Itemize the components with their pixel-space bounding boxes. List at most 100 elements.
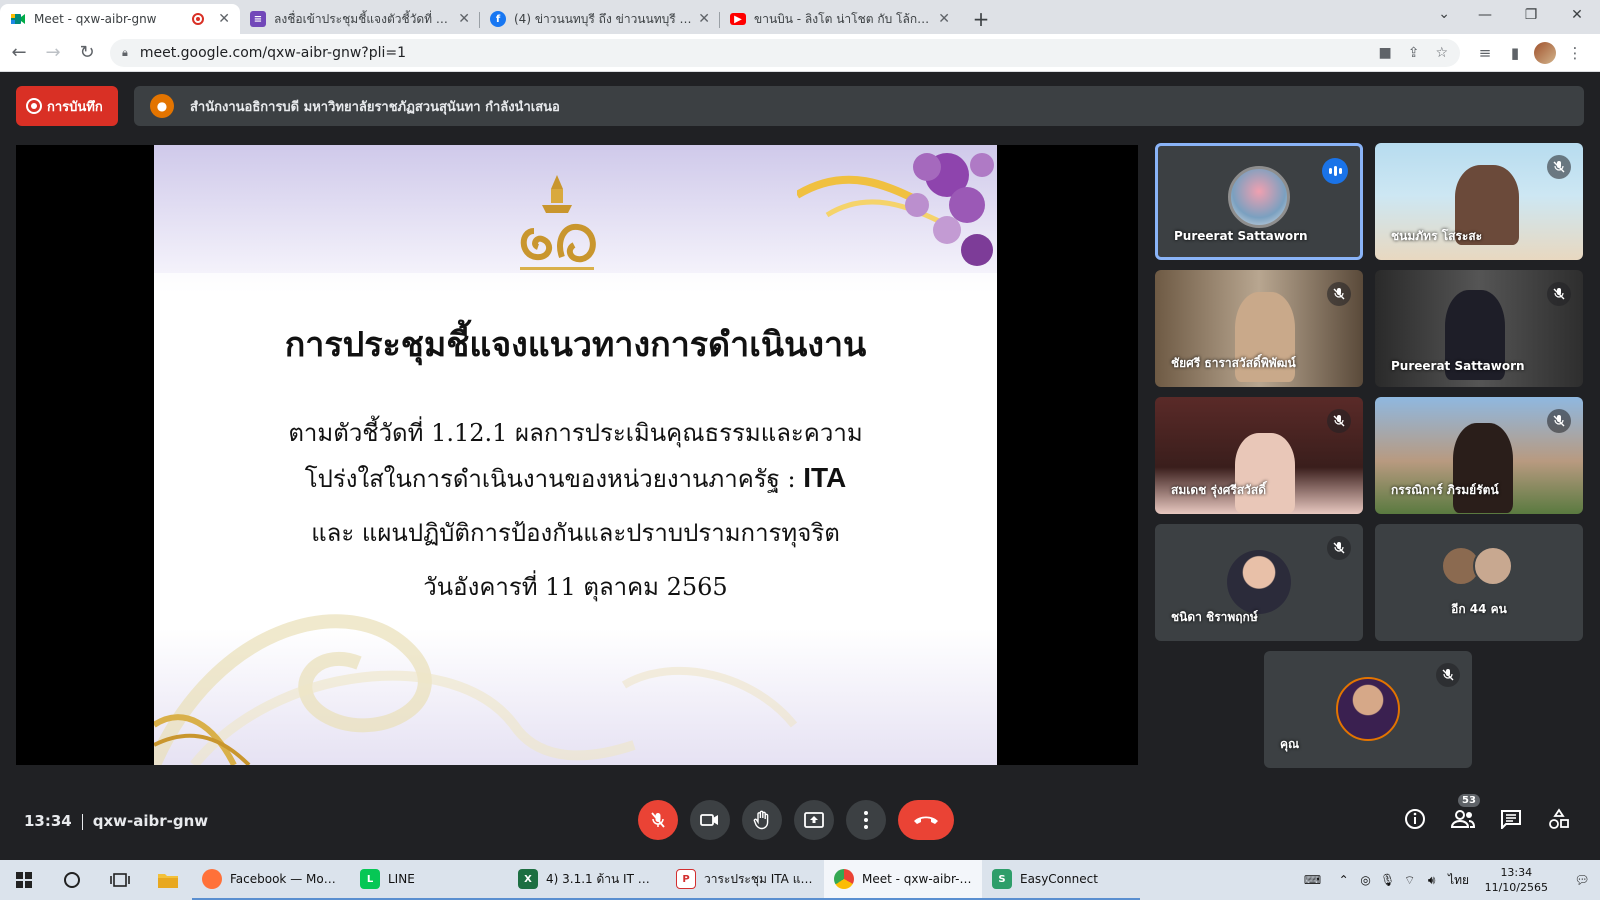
bookmark-star-icon[interactable]: ☆ (1435, 45, 1448, 61)
participant-tile[interactable]: Pureerat Sattaworn (1375, 270, 1583, 387)
webcam-tray-icon[interactable]: ◎ (1355, 873, 1377, 887)
presentation-slide: การประชุมชี้แจงแนวทางการดำเนินงาน ตามตัว… (154, 145, 997, 765)
input-language[interactable]: ไทย (1443, 871, 1475, 890)
close-icon[interactable]: ✕ (698, 11, 710, 27)
meeting-details-button[interactable] (1402, 806, 1428, 832)
network-icon[interactable]: ⌔ (1399, 873, 1421, 888)
mic-toggle-button[interactable] (638, 800, 678, 840)
mic-off-icon (1547, 409, 1571, 433)
participant-tile[interactable]: ชัยศรี ธาราสวัสดิ์พิพัฒน์ (1155, 270, 1363, 387)
mic-off-icon (1547, 155, 1571, 179)
participant-name: สมเดช รุ่งศรีสวัสดิ์ (1171, 483, 1266, 497)
more-participants-tile[interactable]: อีก 44 คน (1375, 524, 1583, 641)
mic-off-icon (1436, 663, 1460, 687)
browser-tab-strip: Meet - qxw-aibr-gnw ✕ ≡ ลงชื่อเข้าประชุม… (0, 0, 1600, 34)
taskbar-app-firefox[interactable]: Facebook — Mozill... (192, 860, 350, 900)
record-icon (26, 98, 42, 114)
seventy-anniversary-logo (520, 175, 596, 270)
microphone-tray-icon[interactable]: 🎙︎ (1377, 873, 1399, 887)
info-icon (1405, 809, 1425, 829)
self-tile[interactable]: คุณ (1264, 651, 1472, 768)
tab-search-icon[interactable]: ⌄ (1438, 6, 1450, 22)
close-window-icon[interactable]: ✕ (1554, 0, 1600, 30)
mic-off-icon (1547, 282, 1571, 306)
tab-forms[interactable]: ≡ ลงชื่อเข้าประชุมชี้แจงตัวชี้วัดที่ 1.1… (240, 4, 480, 34)
tab-title: ขานบิน - ลิงโต น่าโชต กับ โล้ก โซตูล (754, 11, 933, 26)
participant-tile[interactable]: สมเดช รุ่งศรีสวัสดิ์ (1155, 397, 1363, 514)
restore-icon[interactable]: ❐ (1508, 0, 1554, 30)
participant-tile[interactable]: กรรณิการ์ ภิรมย์รัตน์ (1375, 397, 1583, 514)
line-icon: L (360, 869, 380, 889)
close-icon[interactable]: ✕ (218, 11, 230, 27)
participant-tile-speaking[interactable]: Pureerat Sattaworn (1155, 143, 1363, 260)
participant-name: ชนมภัทร โสระสะ (1391, 229, 1483, 243)
tab-title: Meet - qxw-aibr-gnw (34, 12, 157, 26)
new-tab-button[interactable]: + (966, 4, 996, 34)
activities-icon (1549, 808, 1569, 829)
participant-avatar (1227, 550, 1291, 614)
participant-tile[interactable]: ชนมภัทร โสระสะ (1375, 143, 1583, 260)
chat-button[interactable] (1498, 806, 1524, 832)
show-hidden-icons[interactable]: ⌃ (1333, 873, 1355, 887)
volume-icon[interactable]: 🔊︎ (1421, 873, 1443, 888)
taskbar-app-excel[interactable]: X4) 3.1.1 ด้าน IT หน่วย... (508, 860, 666, 900)
profile-avatar[interactable] (1530, 41, 1560, 64)
address-bar[interactable]: 🔒︎ meet.google.com/qxw-aibr-gnw?pli=1 ■ … (110, 38, 1460, 67)
taskbar-app-line[interactable]: L LINE (350, 860, 508, 900)
taskbar-app-pdf[interactable]: Pวาระประชุม ITA และ ป... (666, 860, 824, 900)
close-icon[interactable]: ✕ (458, 11, 470, 27)
camera-icon[interactable]: ■ (1378, 45, 1391, 61)
windows-start-icon[interactable] (0, 860, 48, 900)
recording-button[interactable]: การบันทึก (16, 86, 118, 126)
chat-icon (1501, 810, 1521, 829)
close-icon[interactable]: ✕ (938, 11, 950, 27)
keyboard-icon[interactable]: ⌨ (1293, 873, 1333, 887)
activities-button[interactable] (1546, 806, 1572, 832)
forward-icon[interactable]: → (38, 38, 68, 68)
more-menu-icon[interactable]: ⋮ (1560, 44, 1590, 62)
pdf-icon: P (676, 869, 696, 889)
meeting-info: 13:34 qxw-aibr-gnw (24, 812, 208, 830)
file-explorer-icon[interactable] (144, 860, 192, 900)
notifications-icon[interactable]: 💬︎ (1564, 873, 1600, 887)
tab-title: ลงชื่อเข้าประชุมชี้แจงตัวชี้วัดที่ 1.12.… (274, 11, 452, 26)
back-icon[interactable]: ← (4, 38, 34, 68)
participant-name: Pureerat Sattaworn (1391, 359, 1525, 373)
presentation-stage: การประชุมชี้แจงแนวทางการดำเนินงาน ตามตัว… (16, 145, 1138, 765)
taskbar-app-chrome[interactable]: Meet - qxw-aibr-g... (824, 860, 982, 900)
slide-line-2: โปร่งใสในการดำเนินงานของหน่วยงานภาครัฐ :… (304, 462, 847, 493)
minimize-icon[interactable]: — (1462, 0, 1508, 30)
participant-tile[interactable]: ชนิดา ชิราพฤกษ์ (1155, 524, 1363, 641)
people-icon (1451, 810, 1475, 828)
leave-call-button[interactable] (898, 800, 954, 840)
video-camera-icon (700, 814, 718, 826)
taskbar-clock[interactable]: 13:34 11/10/2565 (1485, 865, 1548, 895)
taskbar-app-easyconnect[interactable]: S EasyConnect (982, 860, 1140, 900)
chrome-icon (834, 869, 854, 889)
participant-name: Pureerat Sattaworn (1174, 229, 1308, 243)
system-tray: ⌨ ⌃ ◎ 🎙︎ ⌔ 🔊︎ ไทย 13:34 11/10/2565 💬︎ (1293, 860, 1600, 900)
meeting-code: qxw-aibr-gnw (92, 812, 209, 830)
presenter-avatar-icon: ● (150, 94, 174, 118)
more-options-button[interactable] (846, 800, 886, 840)
lock-icon[interactable]: 🔒︎ (122, 46, 128, 60)
more-vert-icon (864, 811, 868, 829)
reading-list-icon[interactable]: ≡ (1470, 44, 1500, 62)
people-button[interactable]: 53 (1450, 794, 1480, 832)
share-icon[interactable]: ⇪ (1408, 45, 1420, 61)
tab-youtube[interactable]: ▶ ขานบิน - ลิงโต น่าโชต กับ โล้ก โซตูล ✕ (720, 4, 960, 34)
tab-meet[interactable]: Meet - qxw-aibr-gnw ✕ (0, 4, 240, 34)
recording-label: การบันทึก (47, 99, 103, 115)
side-panel-icon[interactable]: ▮ (1500, 44, 1530, 62)
ita-text: ITA (803, 462, 847, 493)
search-icon[interactable] (48, 860, 96, 900)
tab-facebook[interactable]: f (4) ข่าวนนทบุรี ถึง ข่าวนนทบุรี | Face… (480, 4, 720, 34)
raise-hand-button[interactable] (742, 800, 782, 840)
task-view-icon[interactable] (96, 860, 144, 900)
excel-icon: X (518, 869, 538, 889)
camera-toggle-button[interactable] (690, 800, 730, 840)
present-screen-button[interactable] (794, 800, 834, 840)
mic-off-icon (1327, 536, 1351, 560)
speaking-indicator-icon (1322, 158, 1348, 184)
reload-icon[interactable]: ↻ (72, 38, 102, 68)
